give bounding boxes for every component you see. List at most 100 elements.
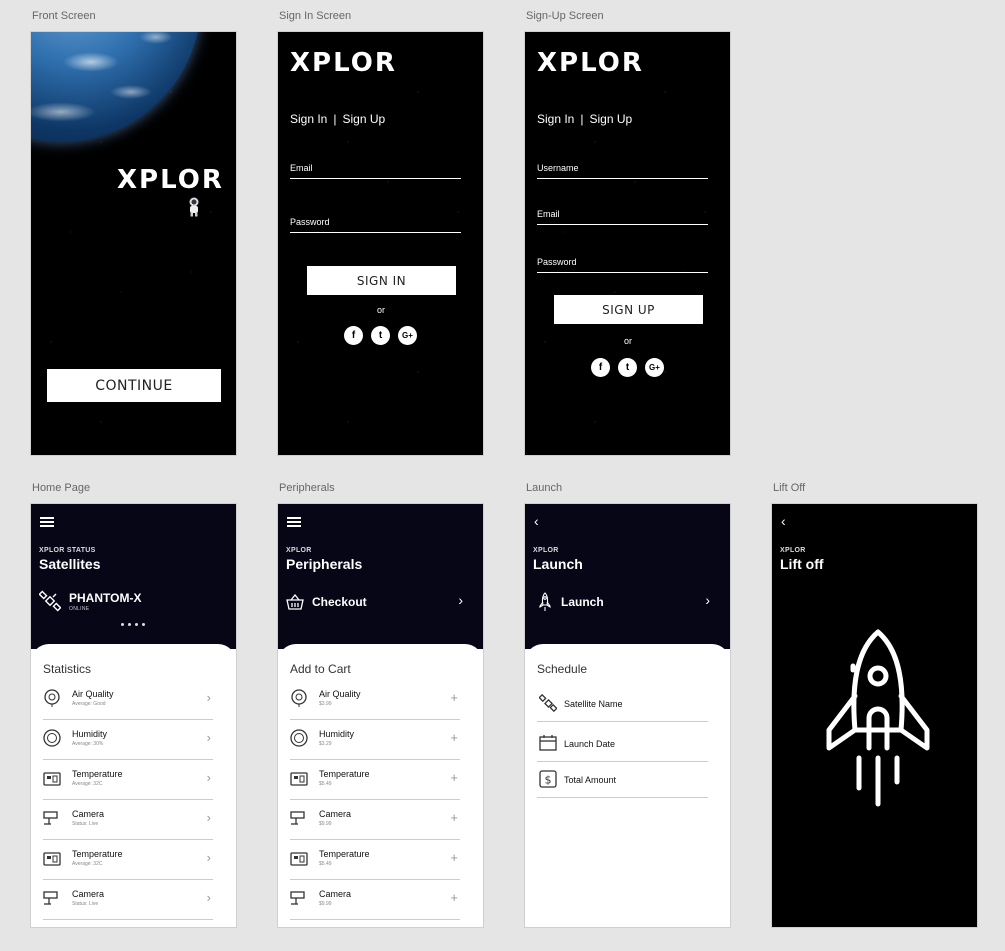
list-item[interactable]: Temperature $5.49 + bbox=[290, 760, 460, 800]
social-login-row: f t G+ bbox=[591, 358, 664, 377]
facebook-icon[interactable]: f bbox=[344, 326, 363, 345]
liftoff-screen: ‹ XPLOR Lift off bbox=[771, 503, 978, 928]
username-field[interactable]: Username bbox=[537, 163, 708, 179]
hamburger-menu-icon[interactable] bbox=[287, 517, 301, 527]
list-item[interactable]: Camera $9.99 + bbox=[290, 880, 460, 920]
list-item[interactable]: Camera Status: Live › bbox=[43, 880, 213, 920]
list-item[interactable]: Air Quality Average: Good › bbox=[43, 680, 213, 720]
xplor-logo: XPLOR bbox=[290, 48, 397, 78]
tab-sign-in[interactable]: Sign In bbox=[290, 112, 327, 126]
satellite-status: ONLINE bbox=[69, 605, 90, 612]
chevron-right-icon[interactable]: › bbox=[207, 730, 211, 745]
statistics-card: Statistics Air Quality Average: Good › H… bbox=[31, 644, 236, 927]
item-label: Temperature bbox=[319, 769, 370, 779]
home-screen: XPLOR STATUS Satellites PHANTOM-X ONLINE… bbox=[30, 503, 237, 928]
card-title: Add to Cart bbox=[290, 662, 351, 676]
list-item[interactable]: Temperature Average: 32C › bbox=[43, 840, 213, 880]
artboard-label-home: Home Page bbox=[32, 482, 91, 494]
twitter-icon[interactable]: t bbox=[371, 326, 390, 345]
camera-icon bbox=[43, 891, 58, 905]
list-item[interactable]: Air Quality $3.99 + bbox=[290, 680, 460, 720]
plus-icon[interactable]: + bbox=[450, 890, 458, 905]
tab-sign-up[interactable]: Sign Up bbox=[589, 112, 632, 126]
item-label: Camera bbox=[319, 809, 352, 819]
chevron-right-icon[interactable]: › bbox=[207, 770, 211, 785]
schedule-item[interactable]: $ Total Amount bbox=[537, 762, 708, 798]
email-label: Email bbox=[290, 163, 313, 173]
facebook-icon[interactable]: f bbox=[591, 358, 610, 377]
list-item[interactable]: Camera Status: Live › bbox=[43, 800, 213, 840]
header bbox=[278, 504, 483, 649]
eyebrow: XPLOR bbox=[780, 547, 806, 554]
twitter-icon[interactable]: t bbox=[618, 358, 637, 377]
satellite-icon bbox=[539, 694, 557, 712]
chevron-right-icon[interactable]: › bbox=[458, 592, 463, 608]
temperature-icon bbox=[290, 772, 308, 786]
checkout-label: Checkout bbox=[312, 595, 367, 609]
plus-icon[interactable]: + bbox=[450, 770, 458, 785]
list-item[interactable]: Temperature Average: 32C › bbox=[43, 760, 213, 800]
email-label: Email bbox=[537, 209, 560, 219]
item-price: $9.99 bbox=[319, 821, 332, 827]
chevron-right-icon[interactable]: › bbox=[207, 690, 211, 705]
xplor-logo: XPLOR bbox=[117, 165, 224, 195]
back-arrow-icon[interactable]: ‹ bbox=[781, 514, 791, 528]
chevron-right-icon[interactable]: › bbox=[207, 850, 211, 865]
sign-up-button[interactable]: SIGN UP bbox=[554, 295, 703, 324]
item-label: Temperature bbox=[72, 849, 123, 859]
schedule-card: Schedule Satellite Name Launch Date $ To… bbox=[525, 644, 730, 927]
carousel-dots[interactable] bbox=[121, 623, 145, 626]
camera-icon bbox=[290, 811, 305, 825]
auth-tabs: Sign In | Sign Up bbox=[290, 112, 385, 126]
plus-icon[interactable]: + bbox=[450, 690, 458, 705]
artboard-label-launch: Launch bbox=[526, 482, 563, 494]
page-title: Lift off bbox=[780, 556, 824, 572]
google-plus-icon[interactable]: G+ bbox=[398, 326, 417, 345]
list-item[interactable]: Humidity $3.29 + bbox=[290, 720, 460, 760]
temperature-icon bbox=[43, 772, 61, 786]
list-item[interactable]: Camera $9.99 + bbox=[290, 800, 460, 840]
schedule-label: Launch Date bbox=[564, 739, 616, 749]
list-item[interactable]: Humidity Average: 30% › bbox=[43, 720, 213, 760]
item-price: $3.99 bbox=[319, 701, 332, 707]
item-label: Camera bbox=[319, 889, 352, 899]
peripherals-screen: XPLOR Peripherals Checkout › Add to Cart… bbox=[277, 503, 484, 928]
eyebrow: XPLOR bbox=[286, 547, 312, 554]
item-label: Camera bbox=[72, 809, 105, 819]
item-sub: Average: 32C bbox=[72, 861, 103, 867]
password-field[interactable]: Password bbox=[290, 217, 461, 233]
svg-text:$: $ bbox=[545, 774, 552, 787]
tab-sign-in[interactable]: Sign In bbox=[537, 112, 574, 126]
list-item[interactable]: Temperature $5.49 + bbox=[290, 840, 460, 880]
item-sub: Average: 32C bbox=[72, 781, 103, 787]
hamburger-menu-icon[interactable] bbox=[40, 517, 54, 527]
launch-row[interactable]: Launch bbox=[539, 592, 710, 612]
chevron-right-icon[interactable]: › bbox=[705, 592, 710, 608]
earth-image bbox=[31, 32, 201, 142]
tab-sign-up[interactable]: Sign Up bbox=[342, 112, 385, 126]
schedule-item[interactable]: Launch Date bbox=[537, 726, 708, 762]
back-arrow-icon[interactable]: ‹ bbox=[534, 514, 544, 528]
or-divider: or bbox=[376, 305, 385, 315]
plus-icon[interactable]: + bbox=[450, 850, 458, 865]
eyebrow: XPLOR bbox=[533, 547, 559, 554]
schedule-item[interactable]: Satellite Name bbox=[537, 686, 708, 722]
satellite-icon bbox=[39, 590, 61, 612]
humidity-icon bbox=[290, 729, 308, 747]
google-plus-icon[interactable]: G+ bbox=[645, 358, 664, 377]
chevron-right-icon[interactable]: › bbox=[207, 810, 211, 825]
chevron-right-icon[interactable]: › bbox=[207, 890, 211, 905]
temperature-icon bbox=[290, 852, 308, 866]
sign-in-button[interactable]: SIGN IN bbox=[307, 266, 456, 295]
password-field[interactable]: Password bbox=[537, 257, 708, 273]
plus-icon[interactable]: + bbox=[450, 730, 458, 745]
continue-button[interactable]: CONTINUE bbox=[47, 369, 221, 402]
email-field[interactable]: Email bbox=[290, 163, 461, 179]
artboard-label-front: Front Screen bbox=[32, 10, 96, 22]
tab-separator: | bbox=[580, 112, 584, 126]
card-title: Statistics bbox=[43, 662, 92, 676]
satellite-card[interactable]: PHANTOM-X ONLINE bbox=[39, 590, 216, 612]
plus-icon[interactable]: + bbox=[450, 810, 458, 825]
checkout-row[interactable]: Checkout bbox=[286, 594, 463, 610]
email-field[interactable]: Email bbox=[537, 209, 708, 225]
